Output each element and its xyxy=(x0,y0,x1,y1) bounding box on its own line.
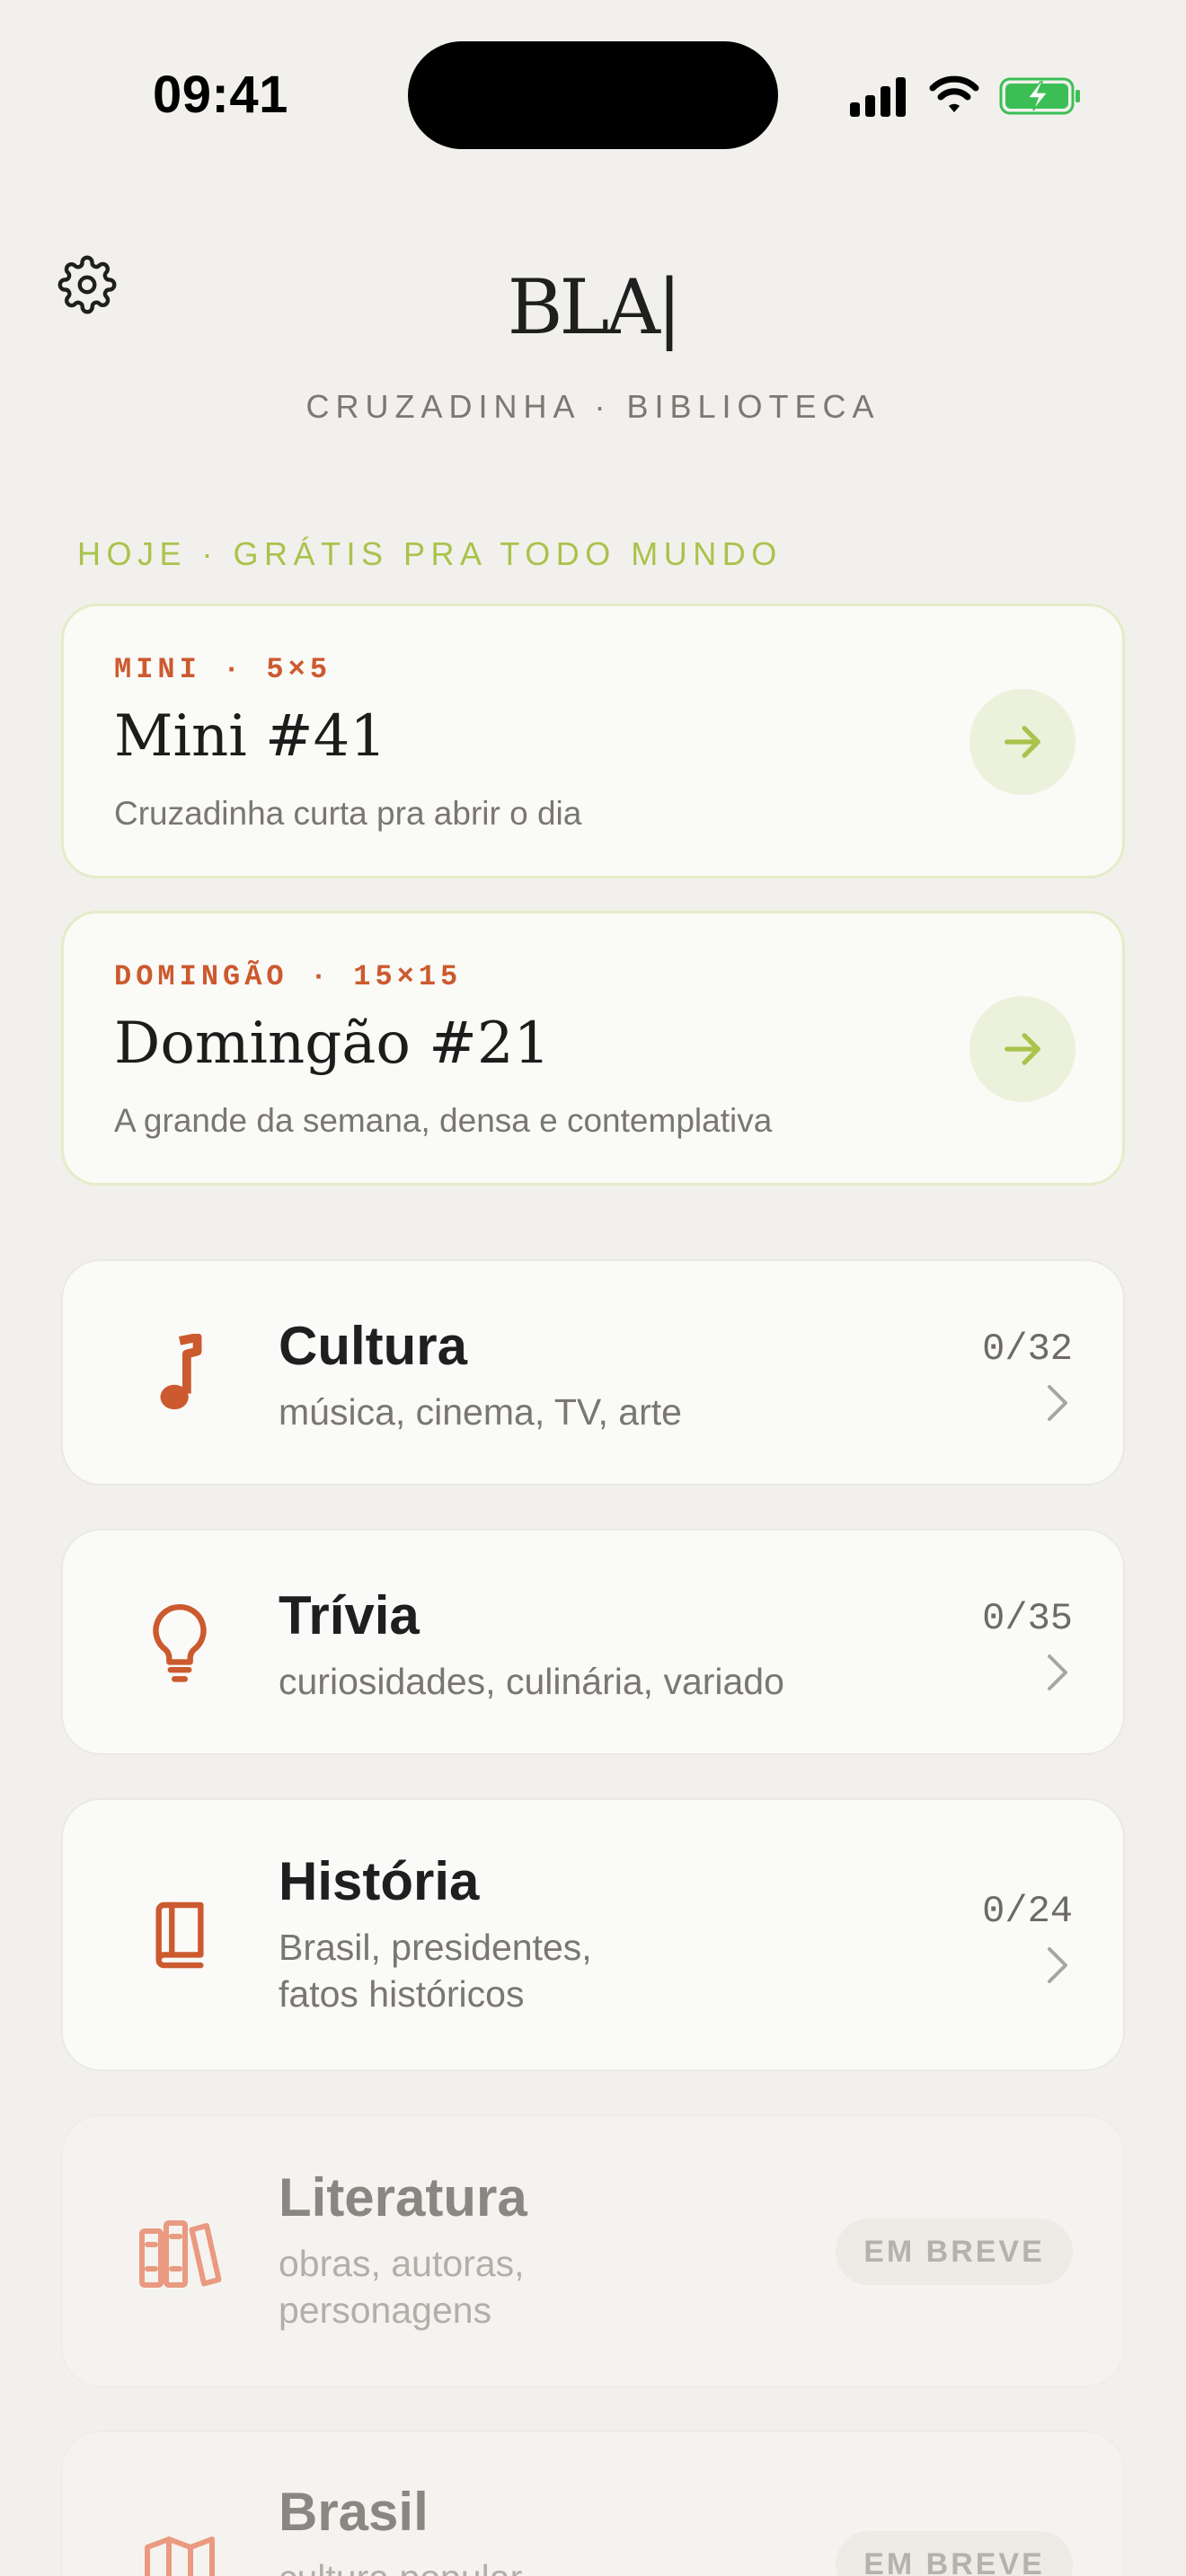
category-card-brasil: Brasil cultura popular EM BREVE xyxy=(61,2430,1125,2576)
lightbulb-icon xyxy=(135,1599,225,1689)
status-time: 09:41 xyxy=(153,66,288,124)
battery-charging-icon xyxy=(999,77,1080,115)
chevron-right-icon xyxy=(1048,1385,1067,1421)
category-title: Brasil xyxy=(279,2482,429,2542)
puzzle-title: Mini #41 xyxy=(114,703,387,770)
music-note-icon xyxy=(135,1329,225,1419)
coming-soon-badge: EM BREVE xyxy=(836,2219,1073,2285)
book-icon xyxy=(135,1892,225,1981)
puzzle-eyebrow: MINI · 5×5 xyxy=(114,653,332,686)
dynamic-island xyxy=(408,41,778,149)
coming-soon-badge: EM BREVE xyxy=(836,2531,1073,2576)
app-subtitle: CRUZADINHA · BIBLIOTECA xyxy=(305,388,881,425)
category-description-line: fatos históricos xyxy=(279,1973,525,2015)
category-card-literatura: Literatura obras, autoras, personagens E… xyxy=(61,2114,1125,2387)
cellular-signal-icon xyxy=(850,77,906,117)
open-mini-button[interactable] xyxy=(969,689,1075,795)
chevron-right-icon xyxy=(1048,1654,1067,1690)
mini-puzzle-card[interactable]: MINI · 5×5 Mini #41 Cruzadinha curta pra… xyxy=(61,604,1125,878)
category-description: curiosidades, culinária, variado xyxy=(279,1661,784,1702)
category-description-line: personagens xyxy=(279,2289,492,2331)
category-description-line: Brasil, presidentes, xyxy=(279,1927,592,1968)
app-logo: BLA| xyxy=(507,263,682,351)
open-domingao-button[interactable] xyxy=(969,996,1075,1102)
category-title: Trívia xyxy=(279,1585,420,1645)
domingao-puzzle-card[interactable]: DOMINGÃO · 15×15 Domingão #21 A grande d… xyxy=(61,911,1125,1186)
progress-count: 0/35 xyxy=(982,1597,1073,1640)
category-title: História xyxy=(279,1851,480,1911)
chevron-right-icon xyxy=(1048,1947,1067,1983)
arrow-right-icon xyxy=(1005,726,1040,758)
progress-count: 0/32 xyxy=(982,1328,1073,1371)
map-icon xyxy=(135,2524,225,2576)
category-card-cultura[interactable]: Cultura música, cinema, TV, arte 0/32 xyxy=(61,1259,1125,1486)
progress-count: 0/24 xyxy=(982,1890,1073,1933)
category-card-historia[interactable]: História Brasil, presidentes, fatos hist… xyxy=(61,1798,1125,2071)
status-bar: 09:41 xyxy=(0,0,1186,180)
wifi-icon xyxy=(929,75,979,112)
category-card-trivia[interactable]: Trívia curiosidades, culinária, variado … xyxy=(61,1529,1125,1755)
puzzle-description: Cruzadinha curta pra abrir o dia xyxy=(114,795,582,832)
category-description: obras, autoras, personagens xyxy=(279,2240,836,2333)
category-description: música, cinema, TV, arte xyxy=(279,1391,682,1433)
category-description: Brasil, presidentes, fatos históricos xyxy=(279,1924,836,2017)
category-description: cultura popular xyxy=(279,2554,836,2576)
category-description-line: obras, autoras, xyxy=(279,2243,525,2284)
puzzle-title: Domingão #21 xyxy=(114,1010,551,1077)
puzzle-eyebrow: DOMINGÃO · 15×15 xyxy=(114,960,463,993)
category-title: Literatura xyxy=(279,2167,527,2228)
puzzle-description: A grande da semana, densa e contemplativ… xyxy=(114,1102,773,1139)
books-icon xyxy=(135,2208,225,2298)
arrow-right-icon xyxy=(1005,1033,1040,1065)
category-title: Cultura xyxy=(279,1316,467,1376)
today-section-label: HOJE · GRÁTIS PRA TODO MUNDO xyxy=(77,535,783,572)
